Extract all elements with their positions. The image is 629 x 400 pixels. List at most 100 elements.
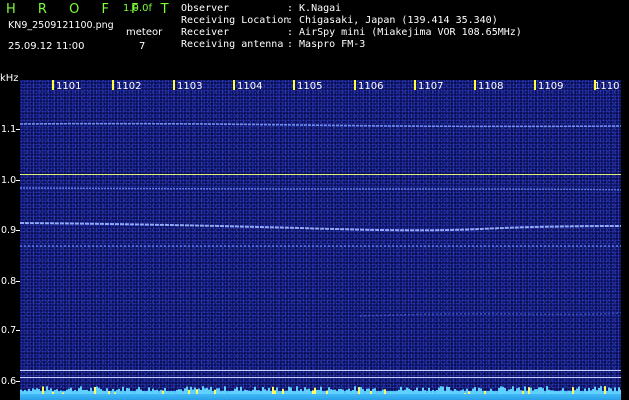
noise-spike <box>358 387 360 394</box>
noise-spike <box>614 387 616 394</box>
carrier-traces <box>19 122 622 317</box>
noise-spike <box>372 388 374 394</box>
noise-spike <box>366 388 368 394</box>
noise-spike <box>514 391 516 394</box>
freq-tick <box>16 381 20 382</box>
noise-spike <box>562 388 564 394</box>
noise-spike <box>160 389 162 394</box>
noise-spike <box>270 391 272 394</box>
noise-spike <box>500 386 502 394</box>
freq-label: 1.0 <box>1 175 17 186</box>
noise-spike <box>528 387 530 394</box>
time-label: 1109 <box>538 81 564 92</box>
noise-spike <box>530 387 532 394</box>
noise-spike <box>294 392 296 394</box>
time-tick <box>414 80 416 90</box>
noise-spike <box>42 386 44 394</box>
noise-spike <box>22 392 24 394</box>
noise-spike <box>280 392 282 394</box>
noise-spike <box>24 389 26 394</box>
noise-spike <box>132 391 134 394</box>
noise-spike <box>336 391 338 394</box>
noise-spike <box>516 388 518 394</box>
noise-spike <box>462 389 464 394</box>
noise-spike <box>540 387 542 394</box>
noise-spike <box>572 387 574 394</box>
noise-spike <box>228 391 230 394</box>
reference-line-1000hz <box>20 174 621 175</box>
noise-spike <box>414 390 416 394</box>
noise-spike <box>148 387 150 394</box>
reference-line-620hz <box>20 370 621 371</box>
noise-spike <box>610 388 612 394</box>
noise-spike <box>488 391 490 394</box>
noise-spike <box>204 388 206 394</box>
trace-980hz <box>19 187 622 191</box>
noise-spike <box>578 386 580 394</box>
noise-spike <box>444 390 446 394</box>
reference-line-600hz <box>20 377 621 378</box>
noise-spike <box>490 388 492 394</box>
noise-spike <box>340 388 342 394</box>
noise-spike <box>208 389 210 394</box>
noise-spike <box>510 388 512 394</box>
noise-spike <box>84 389 86 394</box>
noise-spike <box>536 389 538 394</box>
noise-spike <box>588 388 590 394</box>
noise-spike <box>182 392 184 394</box>
noise-spike <box>106 388 108 394</box>
noise-spike <box>580 391 582 394</box>
time-tick <box>52 80 54 90</box>
noise-spike <box>114 392 116 394</box>
noise-spike <box>346 389 348 394</box>
noise-spike <box>176 389 178 394</box>
noise-spike <box>216 388 218 394</box>
noise-spike <box>570 392 572 394</box>
noise-spike <box>370 390 372 394</box>
noise-spike <box>288 386 290 394</box>
freq-tick <box>16 129 20 130</box>
time-label: 1105 <box>297 81 323 92</box>
noise-spike <box>378 392 380 394</box>
noise-spike <box>234 388 236 394</box>
noise-spike <box>412 392 414 394</box>
noise-spike <box>28 388 30 394</box>
noise-spike <box>354 386 356 394</box>
time-label: 1107 <box>418 81 444 92</box>
noise-spike <box>278 392 280 394</box>
noise-spike <box>506 392 508 394</box>
noise-spike <box>312 390 314 394</box>
noise-spike <box>138 387 140 394</box>
noise-spike <box>356 391 358 394</box>
noise-spike <box>442 386 444 394</box>
noise-spike <box>150 391 152 394</box>
freq-label: 0.6 <box>1 376 17 387</box>
noise-spike <box>252 389 254 394</box>
noise-spike <box>124 392 126 394</box>
noise-spike <box>36 388 38 394</box>
noise-spike <box>164 387 166 394</box>
noise-spike <box>508 389 510 394</box>
noise-spike <box>192 389 194 394</box>
noise-spike <box>494 392 496 394</box>
noise-spike <box>532 390 534 394</box>
noise-spike <box>38 389 40 394</box>
noise-spike <box>56 389 58 394</box>
noise-spike <box>464 392 466 394</box>
time-tick <box>354 80 356 90</box>
noise-spike <box>242 392 244 394</box>
noise-spike <box>598 387 600 394</box>
noise-spike <box>276 387 278 394</box>
noise-spike <box>434 392 436 394</box>
noise-spike <box>480 388 482 394</box>
noise-spike <box>90 387 92 394</box>
noise-spike <box>256 390 258 394</box>
time-label: 1102 <box>116 81 142 92</box>
noise-spike <box>478 387 480 394</box>
noise-spike <box>608 387 610 394</box>
noise-spike <box>178 389 180 394</box>
noise-spike <box>402 390 404 394</box>
noise-spike <box>476 392 478 394</box>
noise-spike <box>498 388 500 394</box>
noise-spike <box>426 392 428 394</box>
